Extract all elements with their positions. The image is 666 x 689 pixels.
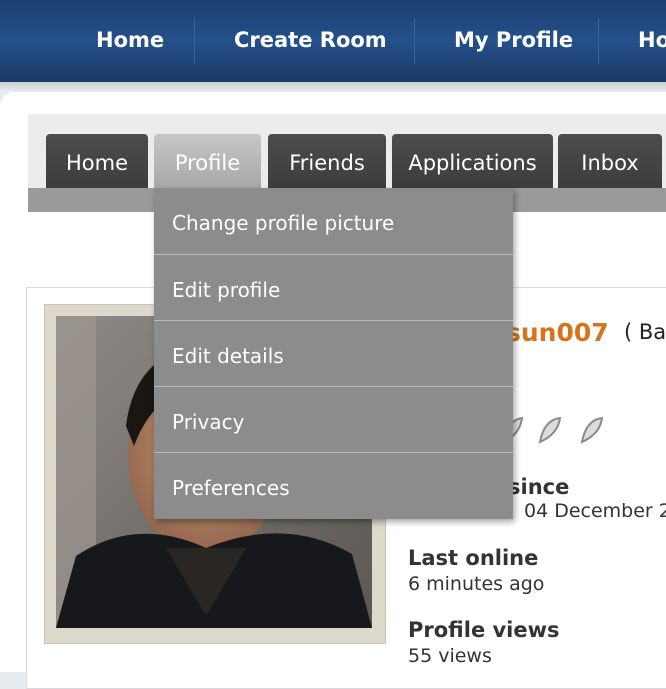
profile-dropdown-menu: Change profile picture Edit profile Edit…	[154, 188, 513, 519]
top-nav-home-truncated[interactable]: Ho	[638, 0, 666, 82]
menu-item-privacy[interactable]: Privacy	[154, 387, 513, 452]
menu-item-change-profile-picture[interactable]: Change profile picture	[154, 188, 513, 253]
member-since-label: since	[508, 475, 570, 499]
menu-item-preferences[interactable]: Preferences	[154, 453, 513, 518]
profile-views-label: Profile views	[408, 618, 560, 642]
member-since-value: 04 December 20	[524, 500, 666, 522]
rating-icons	[500, 412, 666, 448]
menu-item-edit-details[interactable]: Edit details	[154, 321, 513, 386]
last-online-value: 6 minutes ago	[408, 573, 545, 595]
top-nav-create-room[interactable]: Create Room	[234, 0, 387, 82]
tab-profile[interactable]: Profile	[154, 134, 261, 188]
top-nav-shadow	[0, 82, 666, 92]
top-nav-my-profile[interactable]: My Profile	[454, 0, 573, 82]
tab-inbox[interactable]: Inbox	[558, 134, 662, 188]
tab-applications[interactable]: Applications	[392, 134, 553, 188]
tab-home[interactable]: Home	[46, 134, 148, 188]
tab-friends[interactable]: Friends	[268, 134, 386, 188]
profile-username-suffix: ( Ba	[624, 320, 666, 344]
top-nav-home[interactable]: Home	[96, 0, 164, 82]
menu-item-edit-profile[interactable]: Edit profile	[154, 255, 513, 320]
profile-views-value: 55 views	[408, 645, 492, 667]
rating-leaf-icon	[502, 416, 604, 444]
last-online-label: Last online	[408, 546, 539, 570]
top-nav-divider	[194, 18, 195, 64]
top-nav-divider	[414, 18, 415, 64]
profile-username: sun007	[506, 318, 609, 347]
top-nav-divider	[598, 18, 599, 64]
